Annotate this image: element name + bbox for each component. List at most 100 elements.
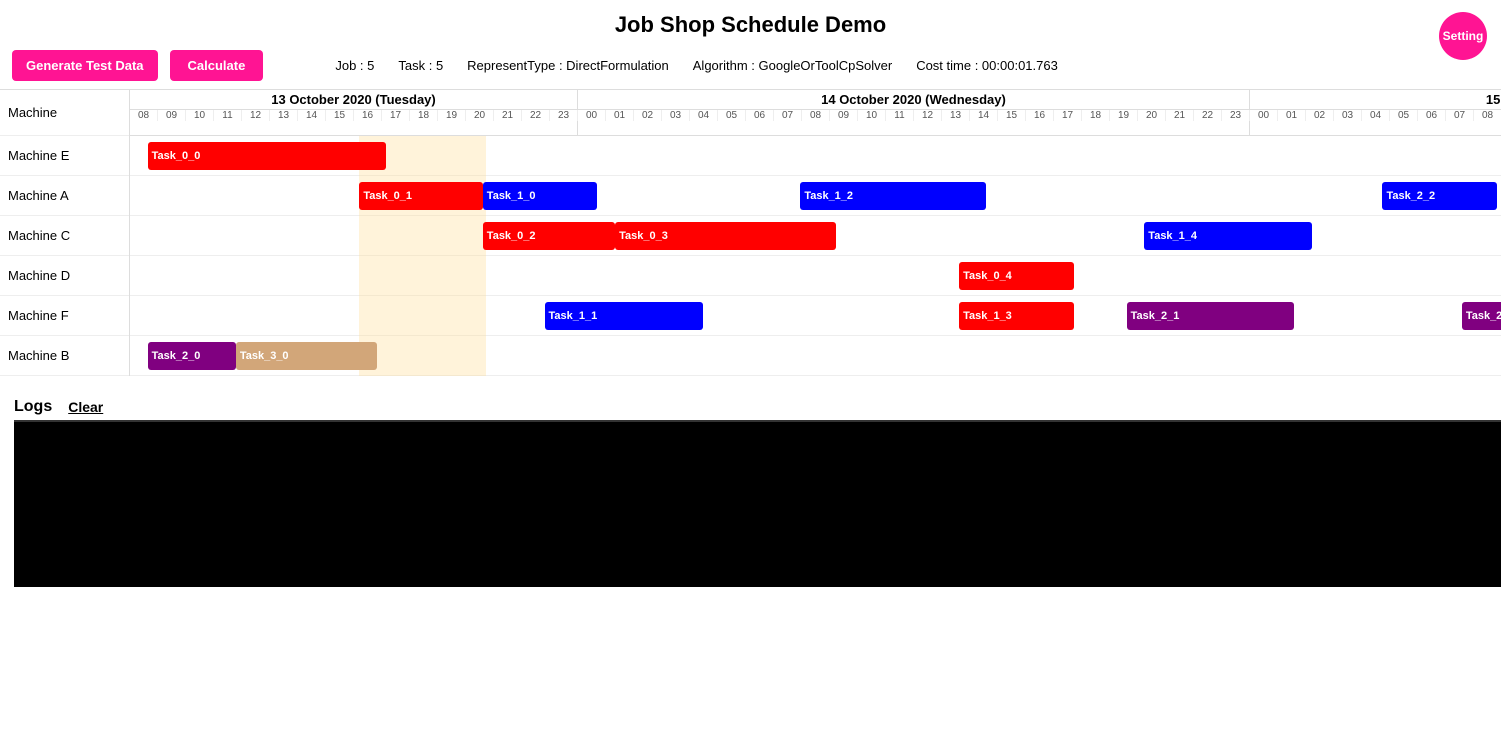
machine-row-label: Machine E bbox=[0, 136, 129, 176]
task-row: Task_2_0Task_3_0 bbox=[130, 336, 1501, 376]
job-count: Job : 5 bbox=[335, 58, 374, 73]
hour-cell: 11 bbox=[214, 110, 242, 121]
task-block: Task_1_4 bbox=[1144, 222, 1312, 250]
task-block: Task_0_4 bbox=[959, 262, 1074, 290]
task-block: Task_2_0 bbox=[148, 342, 236, 370]
hour-cell: 15 bbox=[326, 110, 354, 121]
task-row: Task_0_4 bbox=[130, 256, 1501, 296]
task-block: Task_0_3 bbox=[615, 222, 836, 250]
logs-content bbox=[14, 422, 1501, 587]
hour-cell: 08 bbox=[130, 110, 158, 121]
hour-cell: 18 bbox=[410, 110, 438, 121]
task-row: Task_0_1Task_1_0Task_1_2Task_2_2Task_2_4 bbox=[130, 176, 1501, 216]
horizontal-scrollbar[interactable] bbox=[130, 376, 1501, 392]
hour-cell: 16 bbox=[354, 110, 382, 121]
hour-cell: 17 bbox=[1054, 110, 1082, 121]
hour-cell: 12 bbox=[914, 110, 942, 121]
toolbar: Generate Test Data Calculate Job : 5 Tas… bbox=[0, 46, 1501, 89]
hour-cell: 06 bbox=[746, 110, 774, 121]
info-bar: Job : 5 Task : 5 RepresentType : DirectF… bbox=[335, 58, 1058, 73]
hour-cell: 08 bbox=[1474, 110, 1501, 121]
represent-type: RepresentType : DirectFormulation bbox=[467, 58, 669, 73]
hour-cell: 14 bbox=[298, 110, 326, 121]
hour-cell: 01 bbox=[1278, 110, 1306, 121]
hour-cell: 20 bbox=[1138, 110, 1166, 121]
hour-cell: 06 bbox=[1418, 110, 1446, 121]
task-row: Task_0_2Task_0_3Task_1_4 bbox=[130, 216, 1501, 256]
hour-cell: 07 bbox=[774, 110, 802, 121]
task-block: Task_3_0 bbox=[236, 342, 377, 370]
machine-row-label: Machine D bbox=[0, 256, 129, 296]
cost-time: Cost time : 00:00:01.763 bbox=[916, 58, 1058, 73]
date-group: 15 October 2020 (Thursday)00010203040506… bbox=[1250, 90, 1501, 135]
hour-cell: 23 bbox=[1222, 110, 1250, 121]
clear-button[interactable]: Clear bbox=[68, 399, 103, 415]
machine-row-label: Machine A bbox=[0, 176, 129, 216]
hour-cell: 23 bbox=[550, 110, 578, 121]
schedule-container[interactable]: Machine Machine EMachine AMachine CMachi… bbox=[0, 89, 1501, 392]
hour-cell: 02 bbox=[1306, 110, 1334, 121]
hour-cell: 03 bbox=[1334, 110, 1362, 121]
page-header: Job Shop Schedule Demo bbox=[0, 0, 1501, 46]
hour-cell: 10 bbox=[186, 110, 214, 121]
task-block: Task_2_3 bbox=[1462, 302, 1501, 330]
task-block: Task_0_1 bbox=[359, 182, 482, 210]
hour-cell: 04 bbox=[1362, 110, 1390, 121]
hour-cell: 18 bbox=[1082, 110, 1110, 121]
hour-cell: 21 bbox=[1166, 110, 1194, 121]
date-label: 15 October 2020 (Thursday) bbox=[1250, 90, 1501, 110]
hour-cell: 07 bbox=[1446, 110, 1474, 121]
machine-labels: Machine EMachine AMachine CMachine D Mach… bbox=[0, 136, 129, 376]
task-block: Task_2_1 bbox=[1127, 302, 1295, 330]
task-row: Task_0_0 bbox=[130, 136, 1501, 176]
task-count: Task : 5 bbox=[398, 58, 443, 73]
timeline-column: 13 October 2020 (Tuesday)080910111213141… bbox=[130, 90, 1501, 376]
setting-button[interactable]: Setting bbox=[1439, 12, 1487, 60]
machine-label-header: Machine bbox=[8, 105, 57, 120]
task-block: Task_0_0 bbox=[148, 142, 386, 170]
grid-wrapper: Machine Machine EMachine AMachine CMachi… bbox=[0, 90, 1501, 376]
hour-cell: 05 bbox=[718, 110, 746, 121]
hour-cell: 22 bbox=[522, 110, 550, 121]
hour-cell: 11 bbox=[886, 110, 914, 121]
hour-cell: 19 bbox=[438, 110, 466, 121]
hour-cell: 02 bbox=[634, 110, 662, 121]
hour-cell: 12 bbox=[242, 110, 270, 121]
algorithm: Algorithm : GoogleOrToolCpSolver bbox=[693, 58, 892, 73]
hour-cell: 09 bbox=[830, 110, 858, 121]
hours-row: 0001020304050607080910111213141516171819… bbox=[578, 110, 1249, 121]
date-label: 13 October 2020 (Tuesday) bbox=[130, 90, 577, 110]
hour-cell: 00 bbox=[578, 110, 606, 121]
logs-header: Logs Clear bbox=[14, 398, 1501, 422]
hours-row: 0001020304050607080910111213141516171819… bbox=[1250, 110, 1501, 121]
rows-area: Task_0_0 Task_0_1Task_1_0 Task_1_2 Task_2_2… bbox=[130, 136, 1501, 376]
hours-row: 08091011121314151617181920212223 bbox=[130, 110, 577, 121]
task-block: Task_1_3 bbox=[959, 302, 1074, 330]
date-group: 13 October 2020 (Tuesday)080910111213141… bbox=[130, 90, 578, 135]
machine-row-label: Machine B bbox=[0, 336, 129, 376]
hour-cell: 20 bbox=[466, 110, 494, 121]
hour-cell: 04 bbox=[690, 110, 718, 121]
hour-cell: 03 bbox=[662, 110, 690, 121]
machine-row-label: Machine C bbox=[0, 216, 129, 256]
date-headers: 13 October 2020 (Tuesday)080910111213141… bbox=[130, 90, 1501, 136]
hour-cell: 17 bbox=[382, 110, 410, 121]
task-block: Task_1_2 bbox=[800, 182, 985, 210]
logs-title: Logs bbox=[14, 398, 52, 416]
task-row: Task_1_1 Task_1_3 Task_2_1 Task_2_3 bbox=[130, 296, 1501, 336]
calculate-button[interactable]: Calculate bbox=[170, 50, 264, 81]
date-group: 14 October 2020 (Wednesday)0001020304050… bbox=[578, 90, 1250, 135]
hour-cell: 16 bbox=[1026, 110, 1054, 121]
hour-cell: 05 bbox=[1390, 110, 1418, 121]
hour-cell: 19 bbox=[1110, 110, 1138, 121]
hour-cell: 00 bbox=[1250, 110, 1278, 121]
task-block: Task_1_1 bbox=[545, 302, 704, 330]
hour-cell: 13 bbox=[270, 110, 298, 121]
page-title: Job Shop Schedule Demo bbox=[0, 0, 1501, 46]
task-block: Task_2_2 bbox=[1382, 182, 1497, 210]
hour-cell: 15 bbox=[998, 110, 1026, 121]
hour-cell: 22 bbox=[1194, 110, 1222, 121]
task-block: Task_1_0 bbox=[483, 182, 598, 210]
generate-test-data-button[interactable]: Generate Test Data bbox=[12, 50, 158, 81]
hour-cell: 09 bbox=[158, 110, 186, 121]
